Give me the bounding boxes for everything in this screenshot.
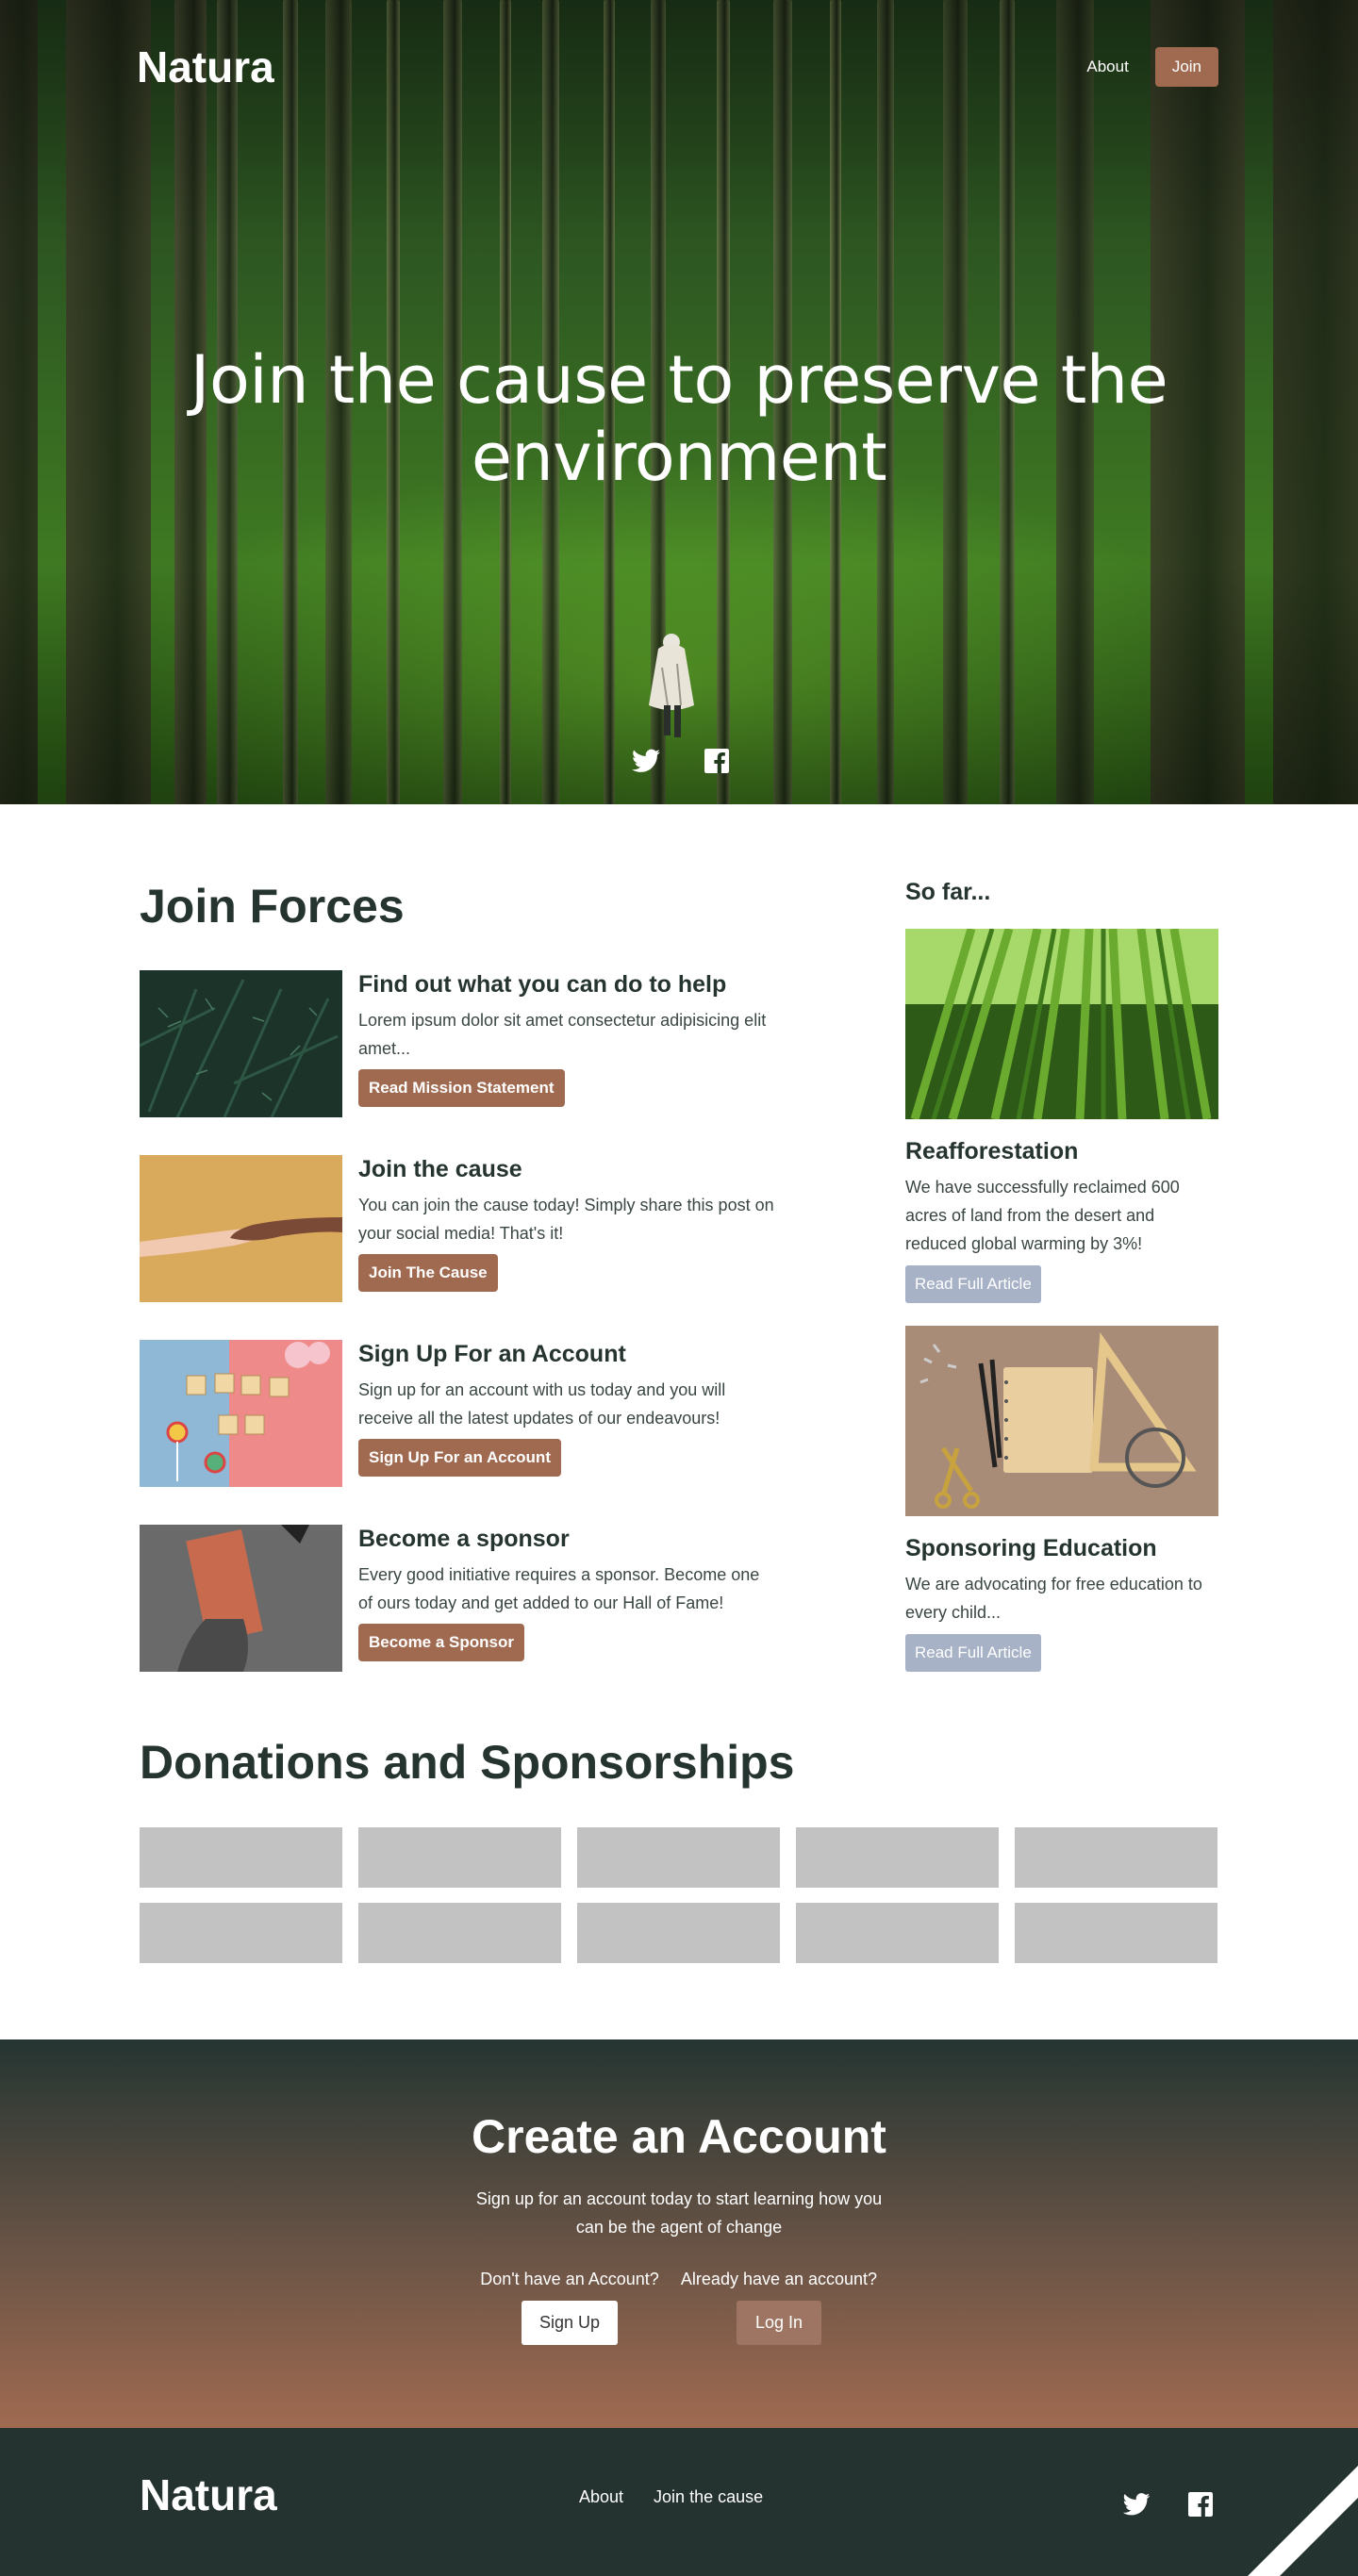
card-image-pine	[140, 970, 342, 1117]
card-help: Find out what you can do to help Lorem i…	[140, 970, 781, 1119]
card-join-cause: Join the cause You can join the cause to…	[140, 1155, 781, 1304]
card-text: You can join the cause today! Simply sha…	[358, 1196, 774, 1243]
log-in-button[interactable]: Log In	[736, 2301, 822, 2345]
card-image-money	[140, 1525, 342, 1672]
sponsor-logo-placeholder	[796, 1827, 999, 1888]
donations-grid	[140, 1827, 1218, 1963]
nav-links: About Join	[1086, 47, 1218, 87]
donations-title: Donations and Sponsorships	[140, 1736, 795, 1789]
footer-link-about[interactable]: About	[579, 2487, 623, 2507]
card-image-tiles	[140, 1340, 342, 1487]
footer: Natura About Join the cause	[0, 2428, 1358, 2576]
create-account-lead: Sign up for an account today to start le…	[475, 2189, 883, 2237]
login-prompt: Already have an account?	[680, 2270, 878, 2288]
article-reafforestation: Reafforestation We have successfully rec…	[905, 929, 1218, 1303]
hiker-figure	[649, 634, 694, 737]
sidebar: So far... Reafforestation We have succes…	[905, 879, 1218, 1672]
facebook-icon[interactable]	[1186, 2490, 1215, 2518]
read-full-article-button[interactable]: Read Full Article	[905, 1634, 1041, 1672]
join-forces-title: Join Forces	[140, 880, 405, 933]
twitter-icon[interactable]	[1122, 2490, 1151, 2518]
site-logo[interactable]: Natura	[137, 41, 274, 92]
card-title: Join the cause	[358, 1156, 522, 1182]
card-title: Find out what you can do to help	[358, 971, 727, 998]
sponsor-logo-placeholder	[1015, 1827, 1217, 1888]
footer-link-join[interactable]: Join the cause	[654, 2487, 763, 2507]
facebook-icon[interactable]	[703, 747, 731, 775]
article-text: We have successfully reclaimed 600 acres…	[905, 1178, 1180, 1253]
footer-links: About Join the cause	[579, 2487, 763, 2507]
card-image-hands	[140, 1155, 342, 1302]
sponsor-logo-placeholder	[1015, 1903, 1217, 1963]
sidebar-title: So far...	[905, 879, 991, 905]
hero-title: Join the cause to preserve the environme…	[190, 341, 1168, 496]
sponsor-logo-placeholder	[577, 1903, 780, 1963]
sponsor-logo-placeholder	[140, 1903, 342, 1963]
card-signup: Sign Up For an Account Sign up for an ac…	[140, 1340, 781, 1489]
create-account-title: Create an Account	[472, 2110, 886, 2163]
card-title: Become a sponsor	[358, 1526, 570, 1552]
login-column: Already have an account? Log In	[675, 2270, 883, 2345]
create-account-section: Create an Account Sign up for an account…	[0, 2039, 1358, 2428]
join-cause-button[interactable]: Join The Cause	[358, 1254, 498, 1292]
sponsor-logo-placeholder	[577, 1827, 780, 1888]
sponsor-logo-placeholder	[140, 1827, 342, 1888]
nav-join-button[interactable]: Join	[1154, 47, 1218, 87]
signup-prompt: Don't have an Account?	[480, 2270, 659, 2288]
article-title: Reafforestation	[905, 1138, 1079, 1164]
card-sponsor: Become a sponsor Every good initiative r…	[140, 1525, 781, 1674]
hero: Natura About Join Join the cause to pres…	[0, 0, 1358, 804]
become-sponsor-button[interactable]: Become a Sponsor	[358, 1624, 524, 1661]
decorative-stripe	[1202, 2428, 1358, 2576]
article-text: We are advocating for free education to …	[905, 1575, 1202, 1622]
nav-about-link[interactable]: About	[1086, 58, 1128, 76]
top-nav: Natura About Join	[137, 41, 1218, 92]
twitter-icon[interactable]	[632, 747, 660, 775]
footer-social	[1122, 2490, 1215, 2518]
read-mission-button[interactable]: Read Mission Statement	[358, 1069, 565, 1107]
card-title: Sign Up For an Account	[358, 1341, 626, 1367]
read-full-article-button[interactable]: Read Full Article	[905, 1265, 1041, 1303]
sponsor-logo-placeholder	[796, 1903, 999, 1963]
card-text: Sign up for an account with us today and…	[358, 1380, 726, 1428]
hero-social	[632, 747, 731, 775]
card-text: Lorem ipsum dolor sit amet consectetur a…	[358, 1011, 767, 1058]
sponsor-logo-placeholder	[358, 1827, 561, 1888]
footer-logo[interactable]: Natura	[140, 2469, 277, 2520]
bamboo-image	[905, 929, 1218, 1119]
signup-column: Don't have an Account? Sign Up	[477, 2270, 662, 2345]
sponsor-logo-placeholder	[358, 1903, 561, 1963]
article-education: Sponsoring Education We are advocating f…	[905, 1326, 1218, 1672]
article-title: Sponsoring Education	[905, 1535, 1157, 1561]
signup-account-button[interactable]: Sign Up For an Account	[358, 1439, 561, 1477]
sign-up-button[interactable]: Sign Up	[521, 2301, 619, 2345]
stationery-image	[905, 1326, 1218, 1516]
card-text: Every good initiative requires a sponsor…	[358, 1565, 760, 1612]
